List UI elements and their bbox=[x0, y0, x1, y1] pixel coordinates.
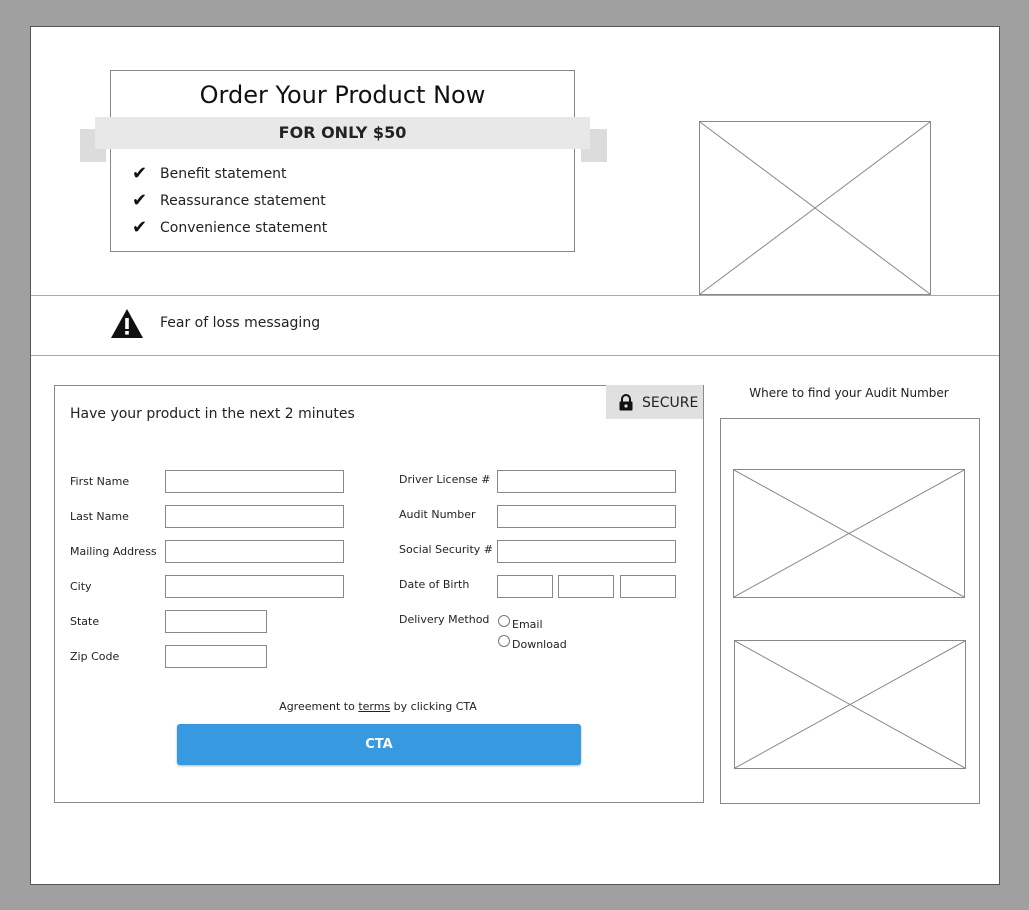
dob-month-input[interactable] bbox=[497, 575, 553, 598]
check-icon: ✔ bbox=[132, 190, 148, 211]
dob-day-input[interactable] bbox=[558, 575, 614, 598]
mailing-address-label: Mailing Address bbox=[70, 545, 157, 558]
state-input[interactable] bbox=[165, 610, 267, 633]
last-name-input[interactable] bbox=[165, 505, 344, 528]
terms-link[interactable]: terms bbox=[358, 700, 390, 713]
audit-number-input[interactable] bbox=[497, 505, 676, 528]
delivery-download-radio[interactable] bbox=[498, 635, 510, 647]
agreement-text: Agreement to terms by clicking CTA bbox=[54, 700, 702, 713]
lock-icon bbox=[618, 394, 634, 411]
check-icon: ✔ bbox=[132, 217, 148, 238]
agreement-suffix: by clicking CTA bbox=[390, 700, 477, 713]
delivery-method-label: Delivery Method bbox=[399, 613, 490, 626]
fear-of-loss-message: Fear of loss messaging bbox=[160, 315, 321, 331]
state-label: State bbox=[70, 615, 100, 628]
zip-code-input[interactable] bbox=[165, 645, 267, 668]
last-name-label: Last Name bbox=[70, 510, 129, 523]
delivery-email-radio[interactable] bbox=[498, 615, 510, 627]
hero-image-placeholder bbox=[699, 121, 931, 295]
section-divider bbox=[31, 295, 999, 296]
social-security-label: Social Security # bbox=[399, 543, 493, 556]
agreement-prefix: Agreement to bbox=[279, 700, 359, 713]
audit-number-label: Audit Number bbox=[399, 508, 476, 521]
zip-code-label: Zip Code bbox=[70, 650, 120, 663]
dob-year-input[interactable] bbox=[620, 575, 676, 598]
warning-triangle-icon bbox=[110, 308, 144, 339]
date-of-birth-label: Date of Birth bbox=[399, 578, 470, 591]
convenience-statement: Convenience statement bbox=[160, 220, 328, 236]
first-name-input[interactable] bbox=[165, 470, 344, 493]
city-label: City bbox=[70, 580, 92, 593]
reassurance-statement: Reassurance statement bbox=[160, 193, 326, 209]
audit-number-help-title: Where to find your Audit Number bbox=[749, 386, 949, 400]
driver-license-input[interactable] bbox=[497, 470, 676, 493]
cta-button[interactable]: CTA bbox=[177, 724, 581, 765]
mailing-address-input[interactable] bbox=[165, 540, 344, 563]
audit-help-image-1 bbox=[733, 469, 965, 598]
landing-page: Order Your Product Now FOR ONLY $50 ✔ Be… bbox=[30, 26, 1000, 885]
section-divider bbox=[31, 355, 999, 356]
driver-license-label: Driver License # bbox=[399, 473, 491, 486]
delivery-email-label[interactable]: Email bbox=[512, 618, 543, 631]
delivery-download-label[interactable]: Download bbox=[512, 638, 567, 651]
offer-title: Order Your Product Now bbox=[199, 81, 486, 109]
secure-label: SECURE bbox=[642, 395, 699, 411]
city-input[interactable] bbox=[165, 575, 344, 598]
price-text: FOR ONLY $50 bbox=[278, 123, 407, 142]
check-icon: ✔ bbox=[132, 163, 148, 184]
first-name-label: First Name bbox=[70, 475, 130, 488]
form-heading: Have your product in the next 2 minutes bbox=[70, 406, 355, 422]
audit-help-image-2 bbox=[734, 640, 966, 769]
social-security-input[interactable] bbox=[497, 540, 676, 563]
benefit-statement: Benefit statement bbox=[160, 166, 287, 182]
